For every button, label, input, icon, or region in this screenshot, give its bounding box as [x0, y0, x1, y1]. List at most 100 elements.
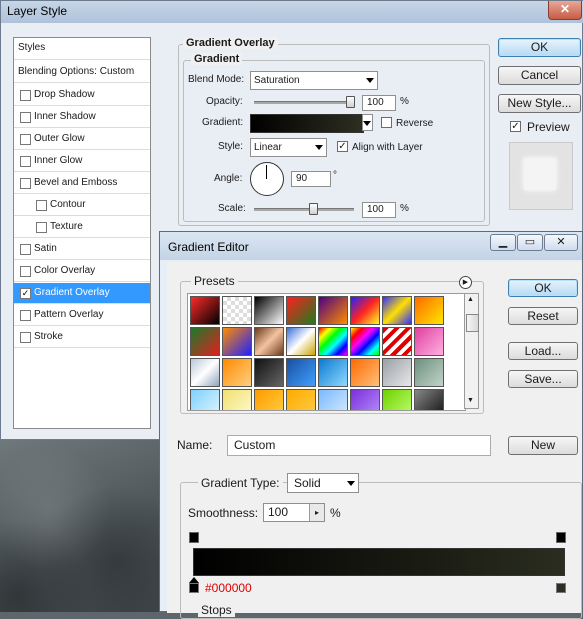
styles-list-checkbox[interactable] [20, 112, 31, 123]
preset-swatch[interactable] [190, 389, 220, 410]
styles-list-item[interactable]: ✓ Gradient Overlay [14, 283, 150, 304]
presets-scrollbar[interactable]: ▲ ▼ [464, 293, 479, 409]
name-input[interactable]: Custom [227, 435, 491, 456]
preset-swatch[interactable] [350, 358, 380, 387]
cancel-button[interactable]: Cancel [498, 66, 581, 85]
angle-input[interactable]: 90 [291, 171, 331, 187]
new-button[interactable]: New [508, 436, 578, 455]
preset-swatch[interactable] [318, 358, 348, 387]
preset-swatch[interactable] [190, 296, 220, 325]
preset-swatch[interactable] [286, 389, 316, 410]
preset-swatch[interactable] [382, 296, 412, 325]
preset-swatch[interactable] [286, 296, 316, 325]
scale-slider-handle[interactable] [309, 203, 319, 215]
preset-swatch[interactable] [222, 358, 252, 387]
gradient-bar[interactable] [193, 548, 565, 576]
editor-reset-button[interactable]: Reset [508, 307, 578, 325]
blend-mode-select[interactable]: Saturation [250, 71, 378, 90]
styles-list-checkbox[interactable] [20, 332, 31, 343]
maximize-button[interactable]: ▭ [517, 234, 543, 251]
preset-swatch[interactable] [254, 358, 284, 387]
preset-swatch[interactable] [414, 296, 444, 325]
scroll-up-icon[interactable]: ▲ [467, 296, 474, 303]
styles-list-checkbox[interactable] [20, 134, 31, 145]
smoothness-input[interactable]: 100 ▸ [263, 503, 325, 522]
preset-swatch[interactable] [350, 327, 380, 356]
close-button[interactable]: ✕ [548, 1, 582, 20]
styles-list-item[interactable]: Inner Glow [14, 151, 150, 172]
styles-list-item[interactable]: Outer Glow [14, 129, 150, 150]
preset-swatch[interactable] [382, 327, 412, 356]
gradient-swatch[interactable] [250, 114, 364, 133]
presets-menu-button[interactable]: ▶ [459, 276, 472, 289]
scroll-down-icon[interactable]: ▼ [467, 397, 474, 404]
preset-swatch[interactable] [382, 358, 412, 387]
scroll-thumb[interactable] [466, 314, 479, 332]
styles-list-checkbox[interactable]: ✓ [20, 288, 31, 299]
preset-swatch[interactable] [222, 327, 252, 356]
preset-swatch[interactable] [254, 296, 284, 325]
scale-slider[interactable] [254, 208, 354, 211]
styles-list-item[interactable]: Inner Shadow [14, 107, 150, 128]
styles-list-checkbox[interactable] [20, 310, 31, 321]
align-with-layer-checkbox[interactable]: ✓ [337, 141, 348, 152]
gradient-type-select[interactable]: Solid [287, 473, 359, 493]
styles-list-item[interactable]: Contour [14, 195, 150, 216]
gradient-picker-button[interactable] [362, 114, 373, 131]
preset-swatch[interactable] [414, 358, 444, 387]
preset-swatch[interactable] [286, 358, 316, 387]
opacity-stop-right[interactable] [556, 532, 566, 543]
editor-save-button[interactable]: Save... [508, 370, 578, 388]
editor-ok-button[interactable]: OK [508, 279, 578, 297]
preset-swatch[interactable] [318, 389, 348, 410]
preset-swatch[interactable] [414, 327, 444, 356]
style-select[interactable]: Linear [250, 138, 327, 157]
opacity-slider-handle[interactable] [346, 96, 355, 108]
styles-list-item[interactable]: Satin [14, 239, 150, 260]
preset-swatch[interactable] [254, 389, 284, 410]
preset-swatch[interactable] [190, 358, 220, 387]
smoothness-value: 100 [268, 505, 289, 519]
opacity-slider[interactable] [254, 101, 354, 104]
opacity-stop-left[interactable] [189, 532, 199, 543]
editor-load-button[interactable]: Load... [508, 342, 578, 360]
preset-swatch[interactable] [414, 389, 444, 410]
styles-list-item[interactable]: Texture [14, 217, 150, 238]
angle-dial[interactable] [250, 162, 284, 196]
preset-swatch[interactable] [318, 296, 348, 325]
preset-swatch[interactable] [382, 389, 412, 410]
preset-swatch[interactable] [190, 327, 220, 356]
opacity-input[interactable]: 100 [362, 95, 396, 111]
chevron-right-icon[interactable]: ▸ [309, 504, 324, 521]
preview-checkbox[interactable]: ✓ [510, 121, 521, 132]
preset-swatch[interactable] [350, 389, 380, 410]
preset-swatch[interactable] [222, 296, 252, 325]
preset-swatch[interactable] [222, 389, 252, 410]
styles-list-checkbox[interactable] [20, 244, 31, 255]
styles-list-checkbox[interactable] [20, 156, 31, 167]
styles-list-item[interactable]: Bevel and Emboss [14, 173, 150, 194]
styles-list-checkbox[interactable] [36, 222, 47, 233]
styles-list-item[interactable]: Styles [14, 38, 150, 60]
styles-list-checkbox[interactable] [20, 178, 31, 189]
styles-list-item[interactable]: Pattern Overlay [14, 305, 150, 326]
preset-swatch[interactable] [286, 327, 316, 356]
styles-list-checkbox[interactable] [36, 200, 47, 211]
color-stop-right[interactable] [556, 583, 566, 593]
preset-swatch[interactable] [318, 327, 348, 356]
styles-list-checkbox[interactable] [20, 266, 31, 277]
preset-swatch[interactable] [350, 296, 380, 325]
new-style-button[interactable]: New Style... [498, 94, 581, 113]
reverse-checkbox[interactable] [381, 117, 392, 128]
minimize-button[interactable]: ▁ [490, 234, 516, 251]
preset-swatch[interactable] [254, 327, 284, 356]
close-button[interactable]: ✕ [544, 234, 578, 251]
styles-list-item[interactable]: Color Overlay [14, 261, 150, 282]
ok-button[interactable]: OK [498, 38, 581, 57]
scale-input[interactable]: 100 [362, 202, 396, 218]
styles-list-item[interactable]: Blending Options: Custom [14, 62, 150, 83]
styles-list-checkbox[interactable] [20, 90, 31, 101]
styles-list-item[interactable]: Drop Shadow [14, 85, 150, 106]
styles-list-item[interactable]: Stroke [14, 327, 150, 348]
color-stop-left[interactable] [189, 583, 199, 593]
